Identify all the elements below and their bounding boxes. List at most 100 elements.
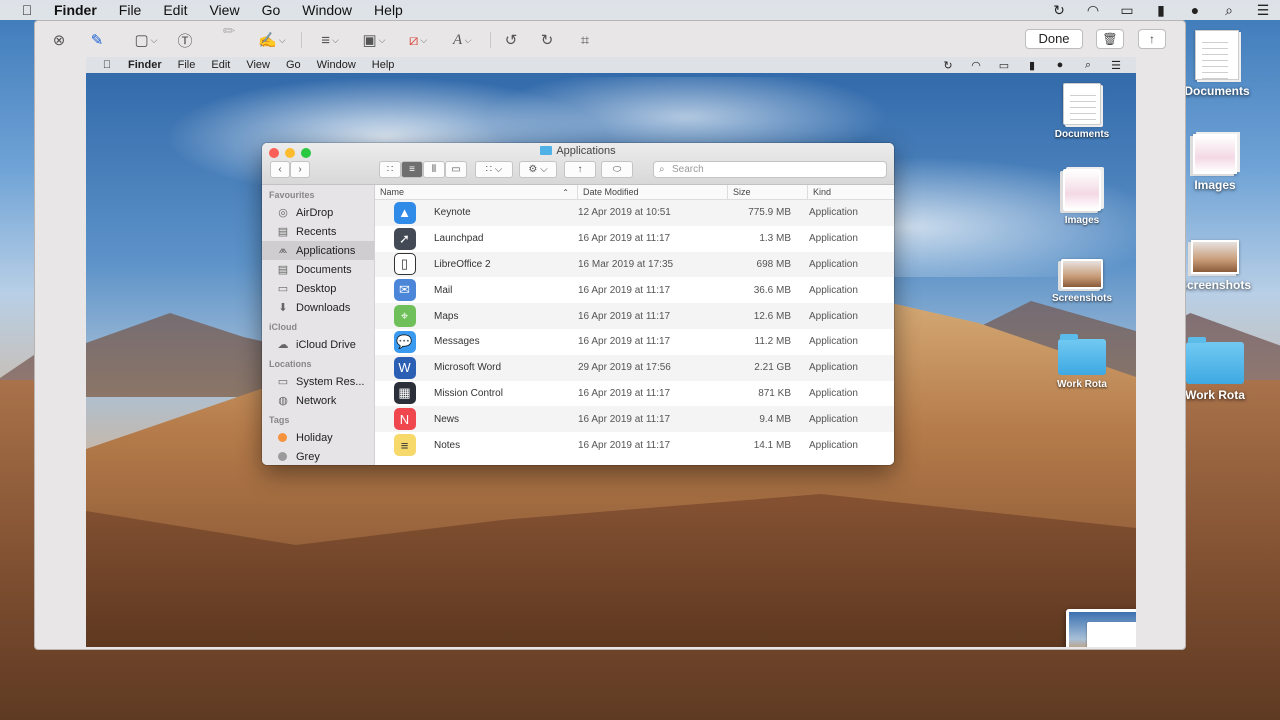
table-row[interactable]: ✉ Mail 16 Apr 2019 at 11:17 36.6 MB Appl…	[375, 277, 894, 303]
table-row[interactable]: ▲ Keynote 12 Apr 2019 at 10:51 775.9 MB …	[375, 200, 894, 226]
row-size: 12.6 MB	[753, 310, 791, 322]
disk-icon: ▭	[277, 376, 289, 388]
sidebar-item-network[interactable]: ◍ Network	[262, 391, 374, 410]
menu-app-name[interactable]: Finder	[54, 2, 108, 18]
group-icon: ∷	[485, 164, 492, 175]
sidebar-item-label: Applications	[296, 244, 356, 257]
text-box-icon[interactable]: Ⓣ	[175, 30, 195, 50]
action-button[interactable]: ⚙ ⌵	[519, 161, 557, 178]
table-row[interactable]: W Microsoft Word 29 Apr 2019 at 17:56 2.…	[375, 354, 894, 381]
sidebar-tag-grey[interactable]: Grey	[262, 447, 374, 465]
toolbar-divider	[490, 32, 491, 48]
menu-view[interactable]: View	[198, 2, 250, 18]
column-header-kind[interactable]: Kind	[808, 185, 894, 199]
gear-icon: ⚙	[528, 164, 538, 175]
table-row[interactable]: ➚ Launchpad 16 Apr 2019 at 11:17 1.3 MB …	[375, 226, 894, 252]
row-name: Keynote	[434, 207, 471, 219]
mail-icon: ✉	[393, 279, 416, 302]
user-icon: ●	[1056, 59, 1064, 71]
menu-help[interactable]: Help	[363, 2, 414, 18]
back-button[interactable]: ‹	[270, 161, 290, 178]
column-header-date[interactable]: Date Modified	[578, 185, 728, 199]
sidebar-item-system-res[interactable]: ▭ System Res...	[262, 372, 374, 391]
row-date: 16 Apr 2019 at 11:17	[578, 233, 671, 245]
user-icon[interactable]: ●	[1178, 2, 1212, 18]
border-color-icon[interactable]: ▣ ⌵	[357, 30, 391, 50]
screenshot-thumbnail[interactable]	[1066, 609, 1136, 647]
forward-button[interactable]: ›	[290, 161, 310, 178]
table-row[interactable]: ▯ LibreOffice 2 16 Mar 2019 at 17:35 698…	[375, 251, 894, 278]
sidebar-item-documents[interactable]: ▤ Documents	[262, 260, 374, 279]
inner-desktop-icon-documents: Documents	[1042, 83, 1122, 140]
share-button[interactable]: ↑	[1138, 29, 1166, 49]
row-icon-cell: 💬	[375, 329, 434, 354]
row-date: 16 Apr 2019 at 11:17	[578, 336, 671, 348]
sidebar-heading-tags: Tags	[269, 415, 290, 425]
row-name: News	[434, 413, 460, 425]
finder-titlebar: Applications ‹ › ∷ ≡ ⫴ ▭ ∷ ⌵ ⚙ ⌵ ↑ ⬭ ⌕ S…	[262, 143, 894, 185]
search-field[interactable]: ⌕ Search	[653, 161, 887, 178]
share-button[interactable]: ↑	[564, 161, 596, 178]
text-style-icon[interactable]: A ⌵	[445, 30, 479, 50]
time-machine-icon[interactable]: ↻	[1042, 2, 1076, 19]
table-row[interactable]: ≡ Notes 16 Apr 2019 at 11:17 14.1 MB App…	[375, 432, 894, 458]
notification-center-icon[interactable]: ☰	[1246, 2, 1280, 19]
sidebar-tag-holiday[interactable]: Holiday	[262, 428, 374, 447]
menu-go[interactable]: Go	[251, 2, 292, 18]
menu-edit[interactable]: Edit	[152, 2, 198, 18]
menu-file[interactable]: File	[108, 2, 153, 18]
sidebar-item-recents[interactable]: ▤ Recents	[262, 222, 374, 241]
column-header-name[interactable]: Name ⌃	[375, 185, 578, 199]
done-button[interactable]: Done	[1025, 29, 1083, 49]
signature-icon[interactable]: ✍ ⌵	[255, 30, 289, 50]
column-header-size[interactable]: Size	[728, 185, 808, 199]
table-row[interactable]: ▦ Mission Control 16 Apr 2019 at 11:17 8…	[375, 381, 894, 407]
sidebar-item-icloud-drive[interactable]: ☁ iCloud Drive	[262, 335, 374, 354]
finder-title: Applications	[262, 145, 894, 157]
table-row[interactable]: ⌖ Maps 16 Apr 2019 at 11:17 12.6 MB Appl…	[375, 303, 894, 329]
rotate-left-icon[interactable]: ↺	[501, 30, 521, 50]
group-button[interactable]: ∷ ⌵	[475, 161, 513, 178]
highlight-icon[interactable]: ✏	[219, 23, 239, 40]
gallery-view-button[interactable]: ▭	[445, 161, 467, 178]
inner-desktop-icon-label: Work Rota	[1057, 379, 1107, 390]
sidebar-item-label: Downloads	[296, 301, 351, 314]
row-date: 16 Apr 2019 at 11:17	[578, 387, 671, 399]
airplay-icon[interactable]: ▭	[1110, 2, 1144, 19]
table-row[interactable]: N News 16 Apr 2019 at 11:17 9.4 MB Appli…	[375, 406, 894, 433]
chevron-down-icon: ⌵	[278, 34, 286, 45]
sidebar-item-applications[interactable]: ⩕ Applications	[262, 241, 374, 260]
notes-icon: ≡	[393, 434, 416, 457]
delete-button[interactable]: 🗑︎	[1096, 29, 1124, 49]
inner-desktop-icon-images: Images	[1042, 169, 1122, 226]
inner-desktop-icon-label: Images	[1064, 215, 1100, 226]
shapes-icon[interactable]: ▢ ⌵	[131, 30, 161, 50]
spotlight-icon[interactable]: ⌕	[1212, 2, 1246, 19]
row-size: 14.1 MB	[753, 439, 791, 451]
sketch-pen-icon[interactable]: ✎	[85, 30, 109, 50]
close-icon[interactable]: ⊗	[51, 30, 67, 50]
table-row[interactable]: 💬 Messages 16 Apr 2019 at 11:17 11.2 MB …	[375, 329, 894, 355]
tag-color-dot	[278, 452, 287, 461]
crop-icon[interactable]: ⌗	[575, 30, 595, 50]
menu-window[interactable]: Window	[291, 2, 363, 18]
sidebar-item-desktop[interactable]: ▭ Desktop	[262, 279, 374, 298]
row-icon-cell: ▦	[375, 381, 434, 406]
battery-icon[interactable]: ▮	[1144, 2, 1178, 19]
fill-color-icon[interactable]: ⧄ ⌵	[401, 30, 435, 50]
apple-menu-icon[interactable]: 	[0, 2, 54, 18]
row-icon-cell: ⌖	[375, 304, 434, 329]
sidebar-item-airdrop[interactable]: ◎ AirDrop	[262, 203, 374, 222]
list-view-button[interactable]: ≡	[401, 161, 423, 178]
row-size: 2.21 GB	[754, 362, 791, 374]
tags-button[interactable]: ⬭	[601, 161, 633, 178]
row-name: Launchpad	[434, 233, 484, 245]
wifi-icon[interactable]: ◠	[1076, 2, 1110, 19]
rotate-right-icon[interactable]: ↻	[537, 30, 557, 50]
sidebar-item-downloads[interactable]: ⬇ Downloads	[262, 298, 374, 317]
icon-view-button[interactable]: ∷	[379, 161, 401, 178]
messages-icon: 💬	[393, 330, 416, 353]
chevron-down-icon: ⌵	[331, 34, 339, 45]
column-view-button[interactable]: ⫴	[423, 161, 445, 178]
line-style-icon[interactable]: ≡ ⌵	[313, 30, 347, 50]
